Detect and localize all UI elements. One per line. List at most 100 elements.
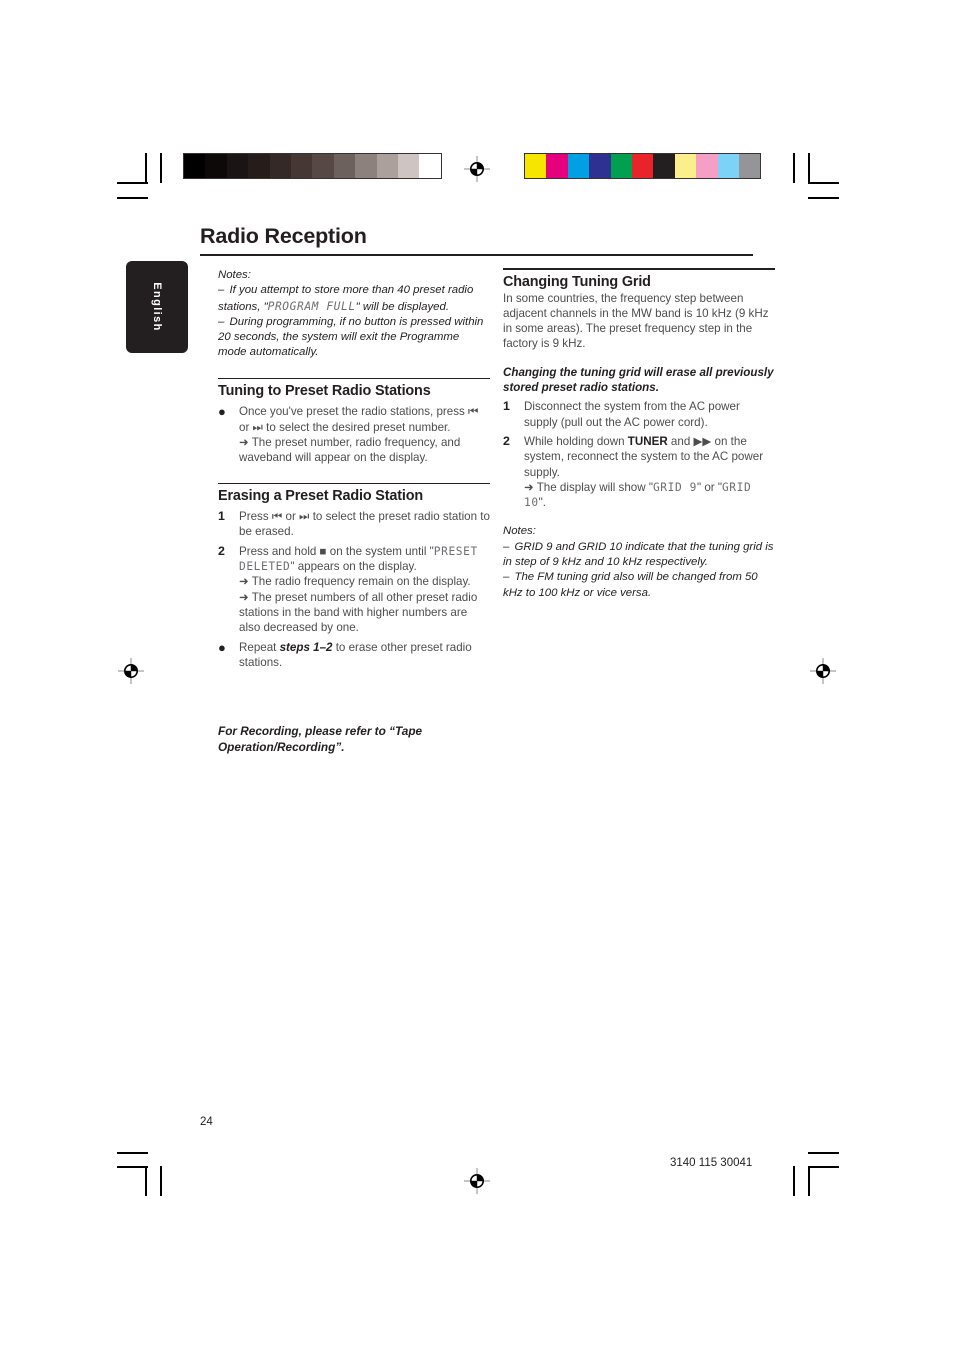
color-swatch-5 — [631, 154, 654, 178]
crop-mark-bottom-left-v — [145, 1166, 147, 1196]
step-number: 2 — [503, 433, 510, 448]
crop-mark-top-left-h2 — [117, 197, 148, 199]
registration-target-right — [810, 658, 836, 684]
arrow-note-text: ➜ The preset numbers of all other preset… — [239, 590, 478, 635]
right-column: Changing Tuning Grid In some countries, … — [503, 268, 775, 601]
color-swatch-0 — [525, 154, 547, 178]
notes-label-left: Notes: — [218, 269, 251, 281]
grayscale-swatch-0 — [184, 154, 206, 178]
color-swatch-3 — [589, 154, 611, 178]
list-item: ● Repeat steps 1–2 to erase other preset… — [218, 640, 490, 671]
language-tab: English — [126, 261, 188, 353]
note-item: – If you attempt to store more than 40 p… — [218, 283, 490, 315]
grayscale-swatch-5 — [290, 154, 313, 178]
crop-mark-bottom-left-h — [117, 1152, 148, 1154]
note-dash: – — [503, 571, 510, 584]
arrow-note-mid: " or " — [696, 480, 722, 494]
step-number: 2 — [218, 543, 225, 558]
arrow-note-post: ". — [538, 496, 547, 510]
registration-target-bottom — [464, 1168, 490, 1194]
section-divider — [503, 268, 775, 270]
note-item: – During programming, if no button is pr… — [218, 315, 490, 361]
page-number: 24 — [200, 1116, 213, 1128]
list-item: 1 Press ⏮ or ⏭ to select the preset radi… — [218, 509, 490, 540]
step-text-post: " appears on the display. — [290, 560, 417, 574]
notes-label-right: Notes: — [503, 525, 536, 538]
list-bullet-icon: ● — [218, 639, 226, 655]
color-swatch-10 — [738, 154, 761, 178]
note-dash: – — [503, 540, 510, 553]
grayscale-swatch-4 — [269, 154, 291, 178]
color-swatch-1 — [546, 154, 568, 178]
section-heading-changing-grid: Changing Tuning Grid — [503, 273, 651, 290]
title-divider — [200, 254, 753, 257]
color-swatch-4 — [610, 154, 632, 178]
document-page: English Radio Reception Notes: – If you … — [0, 0, 954, 1351]
list-item: 1 Disconnect the system from the AC powe… — [503, 399, 775, 430]
crop-mark-top-left-v2 — [160, 153, 162, 183]
grayscale-swatch-10 — [397, 154, 420, 178]
arrow-note-text: ➜ The preset number, radio frequency, an… — [239, 435, 461, 465]
note-text: During programming, if no button is pres… — [218, 315, 484, 359]
step-text: Press ⏮ or ⏭ to select the preset radio … — [239, 510, 490, 539]
section-paragraph: In some countries, the frequency step be… — [503, 291, 769, 351]
grayscale-swatch-6 — [312, 154, 334, 178]
language-tab-label: English — [151, 282, 163, 332]
color-calibration-bar — [524, 153, 762, 179]
color-swatch-6 — [653, 154, 675, 178]
color-swatch-7 — [674, 154, 697, 178]
grayscale-swatch-3 — [248, 154, 270, 178]
grayscale-swatch-2 — [226, 154, 249, 178]
recording-callout: For Recording, please refer to “Tape Ope… — [218, 724, 423, 754]
grayscale-swatch-9 — [376, 154, 398, 178]
note-text: GRID 9 and GRID 10 indicate that the tun… — [503, 540, 774, 569]
crop-mark-top-right-v — [808, 153, 810, 183]
crop-mark-bottom-right-h — [808, 1152, 839, 1154]
section-divider — [218, 482, 490, 485]
list-bullet-icon: ● — [218, 404, 226, 420]
section-heading-erasing: Erasing a Preset Radio Station — [218, 488, 424, 505]
note-item: – GRID 9 and GRID 10 indicate that the t… — [503, 540, 775, 571]
crop-mark-top-right-h — [808, 182, 839, 184]
note-text-b: " will be displayed. — [355, 300, 449, 313]
registration-target-top — [464, 156, 490, 182]
list-item-text: Once you've preset the radio stations, p… — [239, 405, 479, 434]
grayscale-swatch-11 — [419, 154, 441, 178]
lcd-text-program-full: PROGRAM FULL — [267, 299, 356, 313]
crop-mark-bottom-right-v — [808, 1166, 810, 1196]
page-title: Radio Reception — [200, 224, 367, 248]
crop-mark-bottom-right-h2 — [808, 1166, 839, 1168]
crop-mark-top-right-v2 — [793, 153, 795, 183]
notes-block-right: Notes: – GRID 9 and GRID 10 indicate tha… — [503, 524, 775, 600]
step-number: 1 — [503, 399, 510, 414]
crop-mark-top-left-v — [145, 153, 147, 183]
note-dash: – — [218, 284, 225, 297]
section-changing-tuning-grid: Changing Tuning Grid In some countries, … — [503, 268, 775, 510]
color-swatch-8 — [696, 154, 718, 178]
repeat-steps-emphasis: steps 1–2 — [279, 640, 333, 654]
note-text: The FM tuning grid also will be changed … — [503, 571, 758, 599]
registration-target-left — [118, 658, 144, 684]
color-swatch-2 — [567, 154, 590, 178]
left-column: Notes: – If you attempt to store more th… — [218, 268, 490, 670]
step-text-pre: Press and hold ■ on the system until " — [239, 544, 434, 558]
step-text: Disconnect the system from the AC power … — [524, 400, 740, 429]
lcd-text-grid-9: GRID 9 — [652, 480, 697, 494]
arrow-note-text: ➜ The radio frequency remain on the disp… — [239, 575, 471, 589]
section-warning: Changing the tuning grid will erase all … — [503, 365, 774, 395]
section-heading-tuning: Tuning to Preset Radio Stations — [218, 383, 431, 400]
list-item: 2 Press and hold ■ on the system until "… — [218, 544, 490, 636]
grayscale-swatch-8 — [355, 154, 377, 178]
grayscale-calibration-bar — [183, 153, 442, 179]
note-dash: – — [218, 315, 225, 328]
section-divider — [218, 377, 490, 380]
crop-mark-top-right-h2 — [808, 197, 839, 199]
grayscale-swatch-7 — [333, 154, 356, 178]
step-number: 1 — [218, 509, 225, 524]
arrow-note-pre: ➜ The display will show " — [524, 480, 653, 494]
crop-mark-top-left-h — [117, 182, 148, 184]
crop-mark-bottom-right-v2 — [793, 1166, 795, 1196]
tuner-button-label: TUNER — [627, 434, 668, 448]
document-code: 3140 115 30041 — [670, 1157, 753, 1169]
section-erasing-preset: Erasing a Preset Radio Station 1 Press ⏮… — [218, 482, 490, 671]
